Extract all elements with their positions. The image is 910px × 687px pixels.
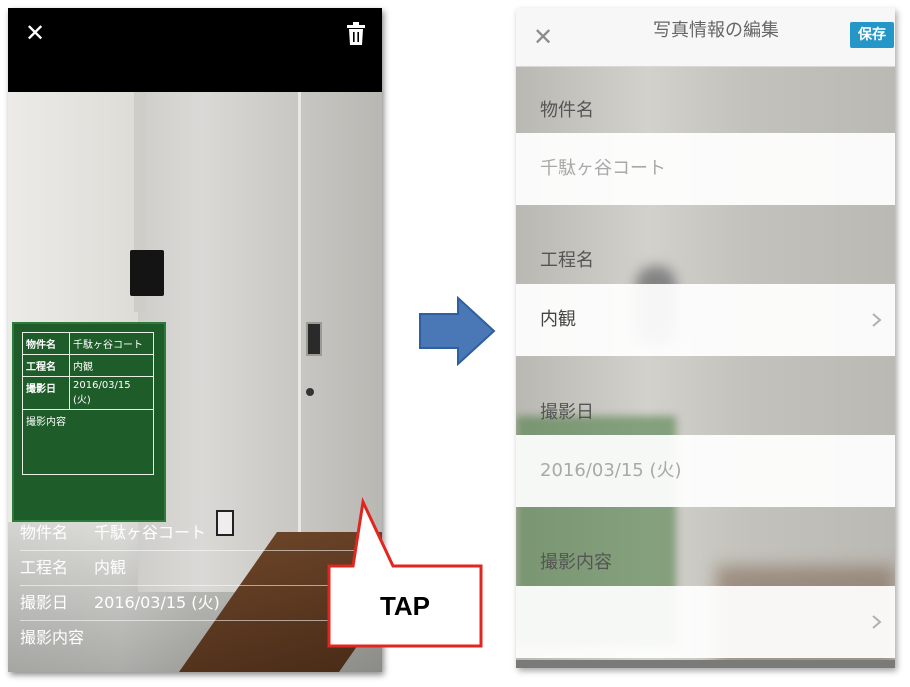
chevron-right-icon	[872, 313, 882, 327]
board-value: 内観	[69, 354, 154, 377]
board-key: 撮影内容	[22, 409, 154, 475]
door-handle	[306, 322, 322, 356]
info-row: 工程名 内観	[20, 551, 356, 586]
board-row: 撮影日 2016/03/15 (火)	[22, 376, 154, 410]
info-row: 物件名 千駄ヶ谷コート	[20, 516, 356, 551]
field-value: 2016/03/15 (火)	[540, 460, 682, 481]
info-value: 内観	[94, 558, 127, 577]
nav-bar: ✕ 写真情報の編集 保存	[516, 8, 895, 67]
viewer-top-bar: ✕	[8, 8, 382, 92]
info-key: 工程名	[20, 558, 69, 577]
board-key: 物件名	[22, 332, 70, 355]
process-name-selector[interactable]: 内観	[516, 284, 895, 356]
field-value: 内観	[540, 309, 576, 330]
close-icon[interactable]: ✕	[22, 20, 48, 46]
section-label-property: 物件名	[540, 100, 594, 121]
section-label-process: 工程名	[540, 250, 594, 271]
info-value: 千駄ヶ谷コート	[94, 523, 207, 542]
chalkboard-overlay: 物件名 千駄ヶ谷コート 工程名 内観 撮影日 2016/03/15 (火) 撮影…	[12, 322, 166, 522]
info-row: 撮影内容	[20, 621, 356, 655]
section-label-content: 撮影内容	[540, 552, 612, 573]
section-label-date: 撮影日	[540, 402, 594, 423]
tap-label: TAP	[379, 591, 431, 621]
board-row: 工程名 内観	[22, 354, 154, 377]
page-title: 写真情報の編集	[653, 20, 779, 41]
board-row: 撮影内容	[22, 409, 154, 475]
edit-photo-info-screen: ✕ 写真情報の編集 保存 物件名 千駄ヶ谷コート 工程名 内観 撮影日 2016…	[516, 8, 895, 668]
board-value: 2016/03/15 (火)	[69, 376, 154, 410]
info-key: 撮影日	[20, 593, 69, 612]
shooting-content-selector[interactable]	[516, 586, 895, 658]
save-button[interactable]: 保存	[850, 22, 894, 48]
info-row: 撮影日 2016/03/15 (火)	[20, 586, 356, 621]
close-icon[interactable]: ✕	[530, 24, 556, 50]
board-key: 撮影日	[22, 376, 70, 410]
board-row: 物件名 千駄ヶ谷コート	[22, 332, 154, 355]
right-arrow-icon	[419, 296, 496, 366]
field-value: 千駄ヶ谷コート	[540, 158, 666, 179]
info-key: 撮影内容	[20, 628, 85, 647]
info-key: 物件名	[20, 523, 69, 542]
trash-icon[interactable]	[344, 22, 368, 46]
property-name-field[interactable]: 千駄ヶ谷コート	[516, 133, 895, 205]
chevron-right-icon	[872, 615, 882, 629]
info-value: 2016/03/15 (火)	[94, 593, 220, 612]
board-value: 千駄ヶ谷コート	[69, 332, 154, 355]
board-key: 工程名	[22, 354, 70, 377]
shooting-date-field[interactable]: 2016/03/15 (火)	[516, 435, 895, 507]
card-reader	[130, 250, 164, 296]
